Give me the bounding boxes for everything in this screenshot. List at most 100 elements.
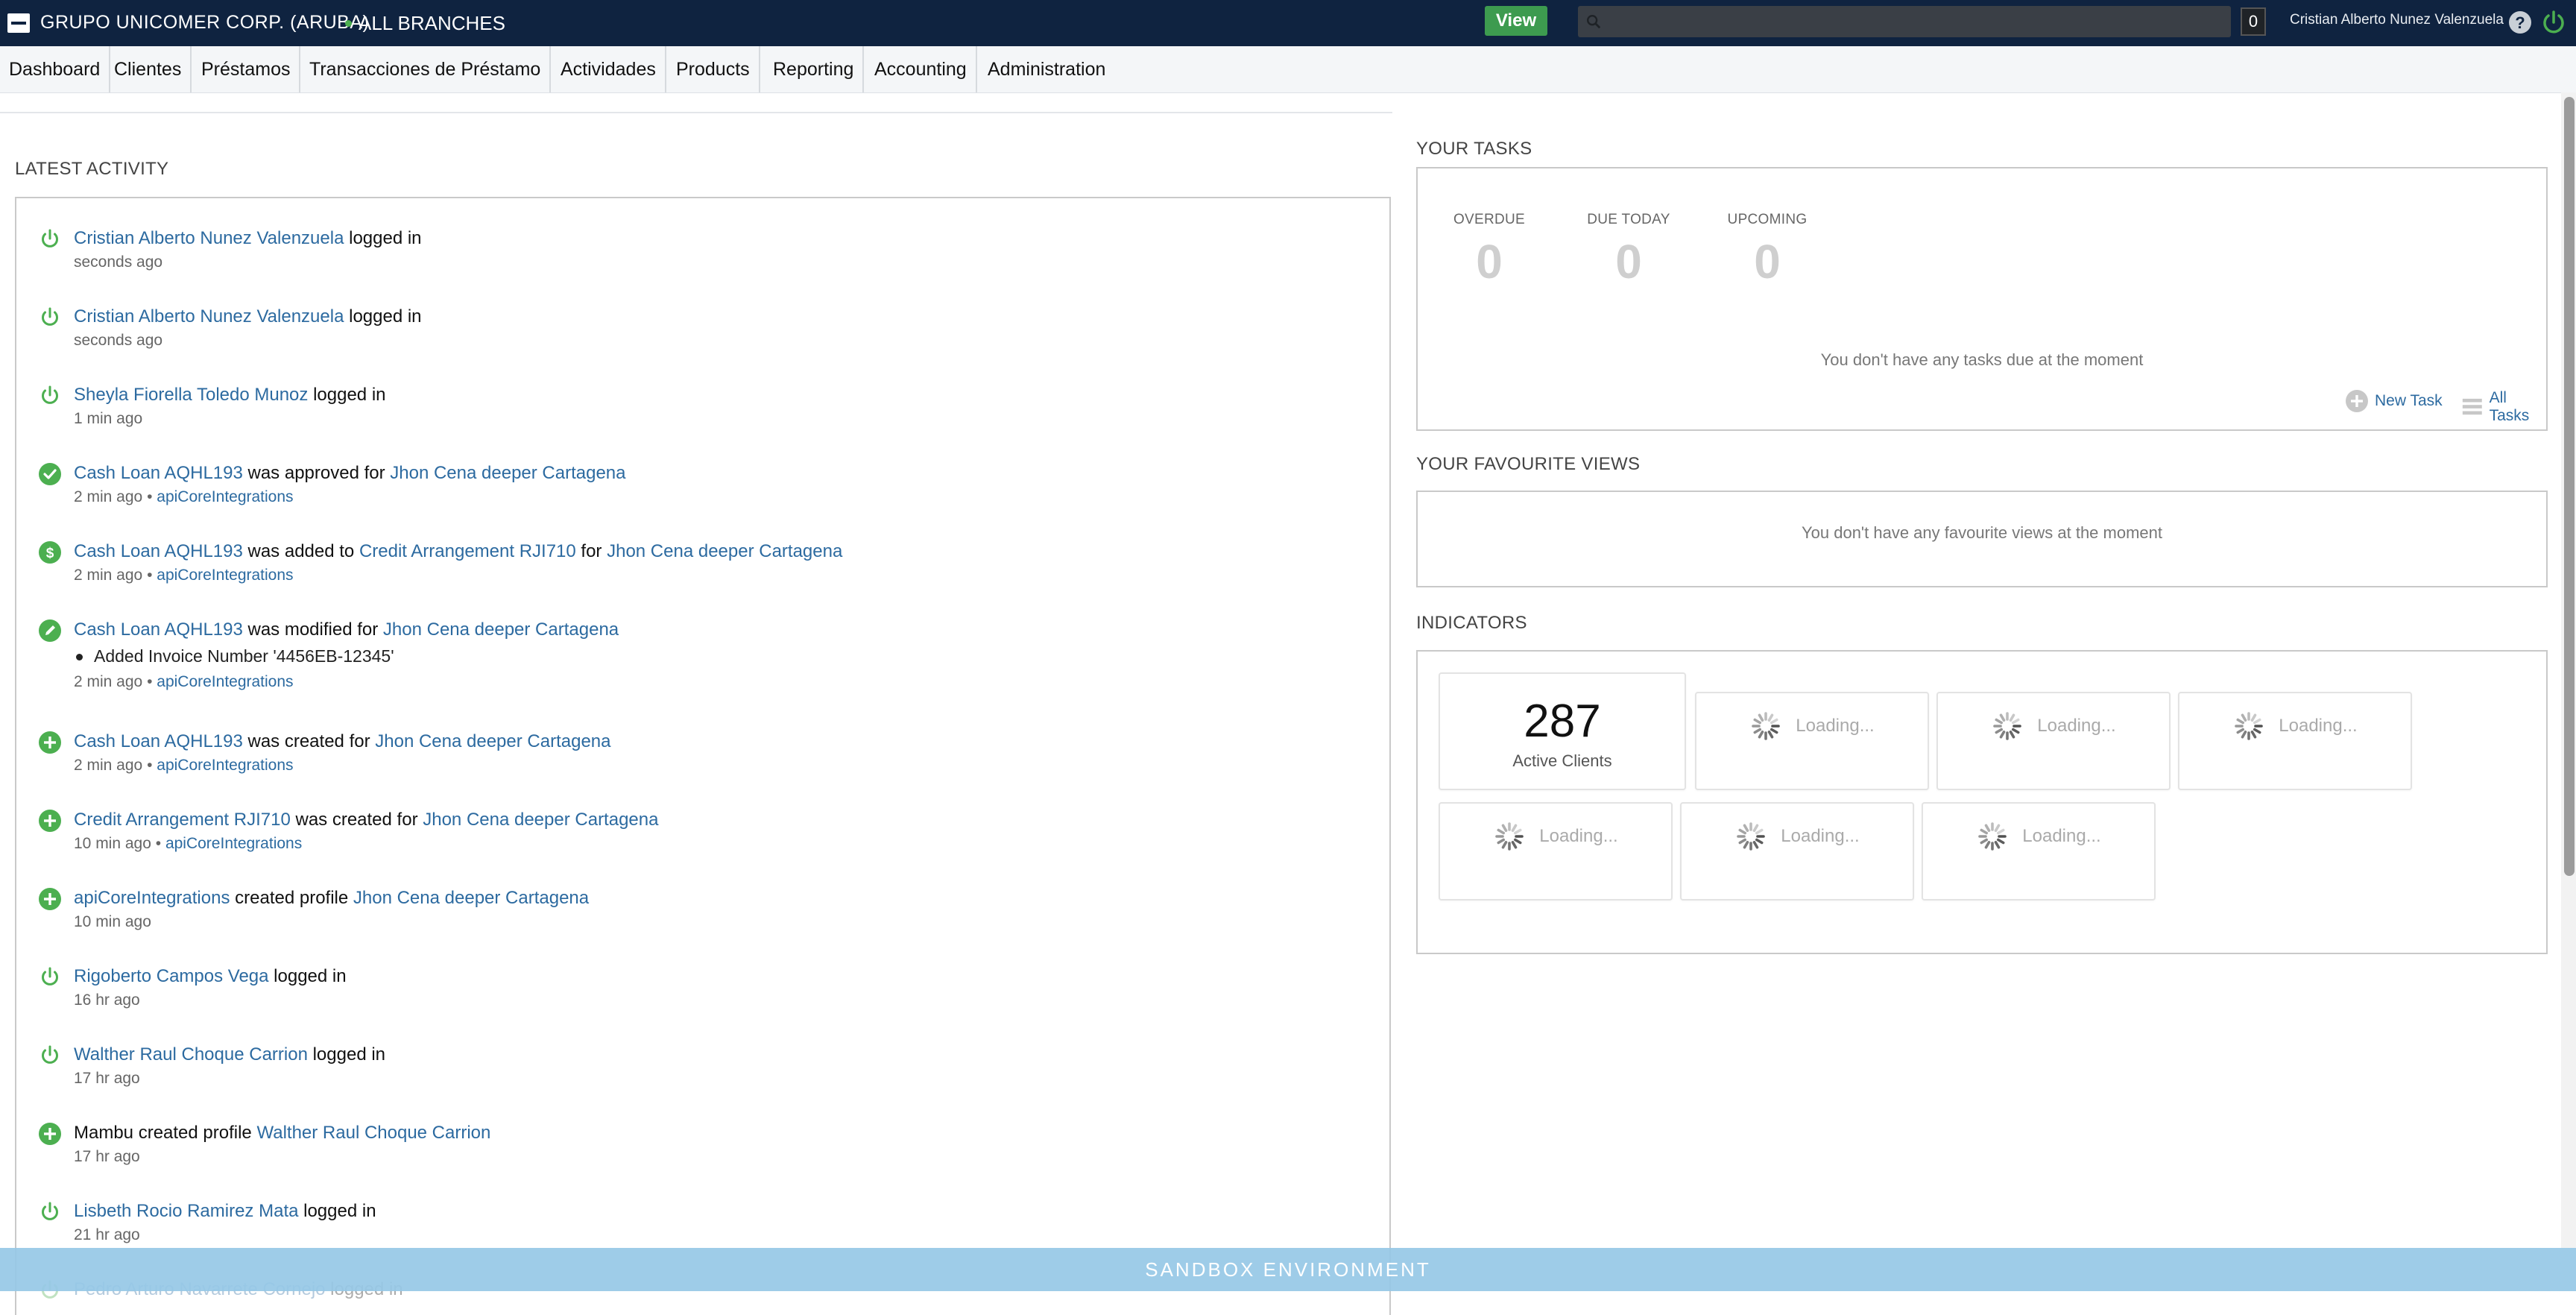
activity-author-link[interactable]: apiCoreIntegrations xyxy=(157,673,293,690)
activity-meta: 10 min ago • apiCoreIntegrations xyxy=(74,835,302,853)
search-box[interactable] xyxy=(1578,6,2231,39)
activity-link[interactable]: Cash Loan AQHL193 xyxy=(74,541,243,561)
activity-time: 2 min ago xyxy=(74,673,143,690)
activity-description: Cristian Alberto Nunez Valenzuela logged… xyxy=(74,306,422,327)
activity-text: was added to xyxy=(242,541,359,561)
branch-status-dot xyxy=(345,20,352,27)
nav-dashboard[interactable]: Dashboard xyxy=(0,46,111,92)
new-task-button[interactable]: New Task xyxy=(2345,389,2443,413)
favourite-views-title: YOUR FAVOURITE VIEWS xyxy=(1416,454,1641,474)
spinner-icon xyxy=(1978,822,2007,851)
activity-item: Walther Raul Choque Carrion logged in 17 … xyxy=(16,1043,1388,1110)
activity-link[interactable]: Rigoberto Campos Vega xyxy=(74,966,269,986)
activity-meta: 17 hr ago xyxy=(74,1070,140,1088)
activity-link[interactable]: Jhon Cena deeper Cartagena xyxy=(383,619,619,640)
activity-time: 16 hr ago xyxy=(74,991,140,1009)
activity-author-link[interactable]: apiCoreIntegrations xyxy=(157,567,293,584)
activity-link[interactable]: Cristian Alberto Nunez Valenzuela xyxy=(74,306,344,327)
upcoming-tasks[interactable]: UPCOMING 0 xyxy=(1720,212,1814,289)
latest-activity-panel: Cristian Alberto Nunez Valenzuela logged… xyxy=(15,197,1391,1315)
spinner-icon xyxy=(1737,822,1766,851)
view-button[interactable]: View xyxy=(1485,6,1547,36)
nav-reporting[interactable]: Reporting xyxy=(764,46,865,92)
help-icon[interactable]: ? xyxy=(2507,10,2533,35)
activity-time: 21 hr ago xyxy=(74,1226,140,1243)
activity-description: Lisbeth Rocio Ramirez Mata logged in xyxy=(74,1201,376,1222)
dollar-icon: $ xyxy=(39,541,61,564)
indicators-title: INDICATORS xyxy=(1416,613,1527,633)
activity-time: seconds ago xyxy=(74,332,163,349)
indicator-tile-loading: Loading... xyxy=(1439,802,1673,901)
activity-link[interactable]: Sheyla Fiorella Toledo Munoz xyxy=(74,385,308,405)
power-icon xyxy=(42,229,58,247)
branch-selector[interactable]: ALL BRANCHES xyxy=(359,12,505,35)
activity-link[interactable]: Jhon Cena deeper Cartagena xyxy=(375,731,610,751)
indicator-tile-loading: Loading... xyxy=(1695,692,1929,790)
nav-clientes[interactable]: Clientes xyxy=(105,46,192,92)
activity-link[interactable]: Jhon Cena deeper Cartagena xyxy=(423,810,658,830)
page-scrollbar-thumb[interactable] xyxy=(2564,97,2575,876)
sandbox-environment-banner: SANDBOX ENVIRONMENT xyxy=(0,1248,2576,1291)
plus-icon xyxy=(39,1123,61,1145)
activity-link[interactable]: Credit Arrangement RJI710 xyxy=(74,810,291,830)
nav-prestamos[interactable]: Préstamos xyxy=(192,46,301,92)
activity-meta: 16 hr ago xyxy=(74,991,140,1009)
activity-description: Cash Loan AQHL193 was added to Credit Ar… xyxy=(74,541,842,562)
activity-author-link[interactable]: apiCoreIntegrations xyxy=(165,835,302,852)
activity-link[interactable]: Walther Raul Choque Carrion xyxy=(256,1123,490,1143)
search-icon xyxy=(1587,15,1601,29)
activity-item: Mambu created profile Walther Raul Choqu… xyxy=(16,1121,1388,1188)
activity-author-link[interactable]: apiCoreIntegrations xyxy=(157,488,293,505)
nav-actividades[interactable]: Actividades xyxy=(552,46,666,92)
tasks-empty-message: You don't have any tasks due at the mome… xyxy=(1820,350,2144,369)
activity-text: was approved for xyxy=(242,463,391,483)
activity-link[interactable]: Jhon Cena deeper Cartagena xyxy=(607,541,842,561)
overdue-label: OVERDUE xyxy=(1453,212,1526,227)
activity-text: Mambu created profile xyxy=(74,1123,257,1143)
activity-link[interactable]: Lisbeth Rocio Ramirez Mata xyxy=(74,1201,298,1221)
list-icon xyxy=(2462,398,2482,415)
user-name-link[interactable]: Cristian Alberto Nunez Valenzuela xyxy=(2290,12,2504,28)
notification-count[interactable]: 0 xyxy=(2241,7,2266,36)
svg-text:?: ? xyxy=(2515,13,2525,32)
overdue-count: 0 xyxy=(1476,235,1503,288)
tasks-panel: OVERDUE 0 DUE TODAY 0 UPCOMING 0 You don… xyxy=(1416,167,2548,431)
search-input[interactable] xyxy=(1611,6,2225,39)
activity-link[interactable]: Cash Loan AQHL193 xyxy=(74,731,243,751)
indicator-tile-loading: Loading... xyxy=(2178,692,2412,790)
favourites-empty-message: You don't have any favourite views at th… xyxy=(1801,523,2162,542)
top-bar: GRUPO UNICOMER CORP. (ARUBA) ALL BRANCHE… xyxy=(0,0,2576,46)
nav-administration[interactable]: Administration xyxy=(979,46,1114,92)
activity-link[interactable]: Walther Raul Choque Carrion xyxy=(74,1044,308,1065)
activity-item: $ Cash Loan AQHL193 was added to Credit A… xyxy=(16,540,1388,607)
activity-item: Sheyla Fiorella Toledo Munoz logged in 1 … xyxy=(16,383,1388,450)
activity-description: Cristian Alberto Nunez Valenzuela logged… xyxy=(74,228,422,249)
indicator-tile-loading: Loading... xyxy=(1680,802,1914,901)
activity-link[interactable]: Jhon Cena deeper Cartagena xyxy=(390,463,625,483)
organization-name: GRUPO UNICOMER CORP. (ARUBA) xyxy=(40,12,370,33)
logout-power-icon[interactable] xyxy=(2540,9,2567,36)
activity-link[interactable]: Credit Arrangement RJI710 xyxy=(359,541,576,561)
activity-link[interactable]: Cristian Alberto Nunez Valenzuela xyxy=(74,228,344,248)
indicator-tile-loading: Loading... xyxy=(1922,802,2156,901)
activity-link[interactable]: apiCoreIntegrations xyxy=(74,888,230,908)
activity-text: logged in xyxy=(307,1044,386,1065)
loading-label: Loading... xyxy=(1539,826,1618,846)
all-tasks-button[interactable]: All Tasks xyxy=(2461,389,2546,425)
activity-text: logged in xyxy=(308,385,386,405)
new-task-label: New Task xyxy=(2375,392,2443,409)
activity-author-link[interactable]: apiCoreIntegrations xyxy=(157,757,293,774)
overdue-tasks[interactable]: OVERDUE 0 xyxy=(1450,212,1528,289)
due-today-tasks[interactable]: DUE TODAY 0 xyxy=(1580,212,1677,289)
nav-accounting[interactable]: Accounting xyxy=(865,46,977,92)
activity-meta: seconds ago xyxy=(74,332,162,350)
plus-icon xyxy=(39,888,61,910)
activity-time: 2 min ago xyxy=(74,488,143,505)
indicator-active-clients[interactable]: 287 Active Clients xyxy=(1439,672,1686,790)
nav-products[interactable]: Products xyxy=(667,46,760,92)
activity-link[interactable]: Jhon Cena deeper Cartagena xyxy=(353,888,589,908)
activity-link[interactable]: Cash Loan AQHL193 xyxy=(74,463,243,483)
activity-item: Cristian Alberto Nunez Valenzuela logged… xyxy=(16,305,1388,372)
activity-link[interactable]: Cash Loan AQHL193 xyxy=(74,619,243,640)
nav-transacciones-de-prestamo[interactable]: Transacciones de Préstamo xyxy=(300,46,552,92)
